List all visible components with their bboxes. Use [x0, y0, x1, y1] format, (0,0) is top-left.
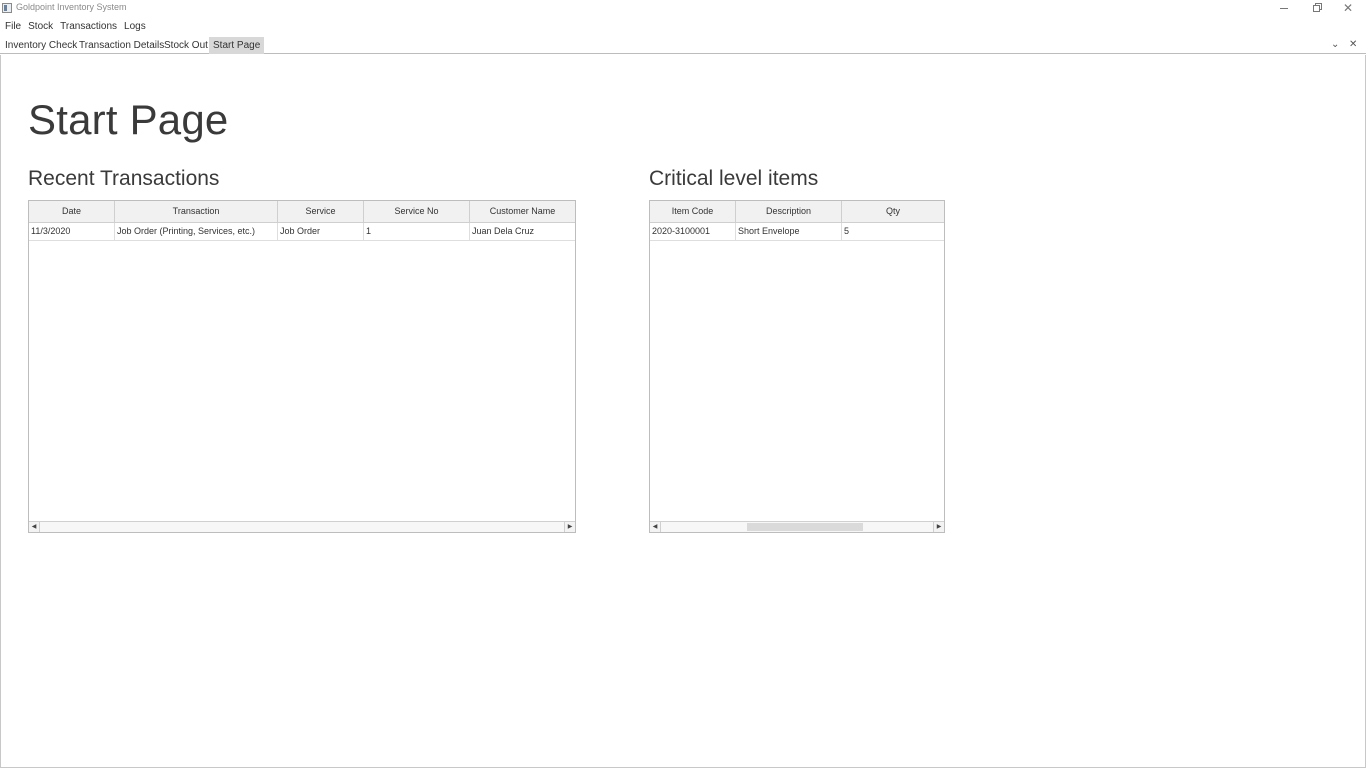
- cell-description: Short Envelope: [736, 223, 842, 240]
- close-button[interactable]: ✕: [1332, 0, 1364, 17]
- tab-list-button[interactable]: ⌄: [1331, 38, 1339, 52]
- scroll-right-icon[interactable]: ▶: [933, 522, 944, 532]
- grid-header: Date Transaction Service Service No Cust…: [29, 201, 575, 223]
- page-title: Start Page: [28, 96, 229, 143]
- scrollbar-thumb[interactable]: [746, 523, 863, 531]
- cell-date: 11/3/2020: [29, 223, 115, 240]
- window-title: Goldpoint Inventory System: [16, 2, 127, 12]
- menu-logs[interactable]: Logs: [121, 17, 149, 36]
- tab-inventory-check[interactable]: Inventory Check: [1, 37, 81, 54]
- cell-qty: 5: [844, 226, 850, 236]
- column-header-description[interactable]: Description: [736, 201, 842, 222]
- menu-transactions[interactable]: Transactions: [57, 17, 120, 36]
- tab-close-button[interactable]: ✕: [1349, 38, 1357, 52]
- table-row[interactable]: 11/3/2020 Job Order (Printing, Services,…: [29, 223, 575, 241]
- column-header-service[interactable]: Service: [278, 201, 364, 222]
- cell-item-code: 2020-3100001: [650, 223, 736, 240]
- column-header-date[interactable]: Date: [29, 201, 115, 222]
- table-row[interactable]: 2020-3100001 Short Envelope 5: [650, 223, 944, 241]
- column-header-service-no[interactable]: Service No: [364, 201, 470, 222]
- tab-transaction-details[interactable]: Transaction Details: [75, 37, 168, 54]
- horizontal-scrollbar[interactable]: ◀ ▶: [29, 521, 575, 532]
- cell-transaction: Job Order (Printing, Services, etc.): [115, 223, 278, 240]
- tab-start-page[interactable]: Start Page: [209, 37, 265, 54]
- column-header-item-code[interactable]: Item Code: [650, 201, 736, 222]
- app-icon: [2, 3, 12, 13]
- scroll-right-icon[interactable]: ▶: [564, 522, 575, 532]
- menu-bar: File Stock Transactions Logs: [0, 17, 1366, 36]
- horizontal-scrollbar[interactable]: ◀ ▶: [650, 521, 944, 532]
- tab-stock-out[interactable]: Stock Out: [160, 37, 212, 54]
- cell-service: Job Order: [278, 223, 364, 240]
- column-header-transaction[interactable]: Transaction: [115, 201, 278, 222]
- critical-items-grid[interactable]: Item Code Description Qty 2020-3100001 S…: [649, 200, 945, 533]
- document-tab-strip: Inventory Check Transaction Details Stoc…: [0, 36, 1366, 54]
- critical-items-title: Critical level items: [649, 167, 819, 190]
- grid-header: Item Code Description Qty: [650, 201, 944, 223]
- recent-transactions-grid[interactable]: Date Transaction Service Service No Cust…: [28, 200, 576, 533]
- close-icon: ✕: [1342, 1, 1354, 15]
- scroll-left-icon[interactable]: ◀: [650, 522, 661, 532]
- minimize-button[interactable]: [1268, 0, 1300, 17]
- restore-icon: [1312, 5, 1320, 12]
- recent-transactions-title: Recent Transactions: [28, 167, 220, 190]
- column-header-qty[interactable]: Qty: [842, 201, 944, 222]
- minimize-icon: [1280, 8, 1288, 9]
- chevron-down-icon: ⌄: [1331, 39, 1340, 50]
- cell-customer-name: Juan Dela Cruz: [472, 226, 535, 236]
- cell-service-no: 1: [364, 223, 470, 240]
- scroll-left-icon[interactable]: ◀: [29, 522, 40, 532]
- column-header-customer-name[interactable]: Customer Name: [470, 201, 575, 222]
- menu-stock[interactable]: Stock: [25, 17, 56, 36]
- restore-button[interactable]: [1300, 0, 1332, 17]
- close-icon: ✕: [1349, 39, 1358, 50]
- menu-file[interactable]: File: [2, 17, 24, 36]
- title-bar: Goldpoint Inventory System ✕: [0, 0, 1366, 17]
